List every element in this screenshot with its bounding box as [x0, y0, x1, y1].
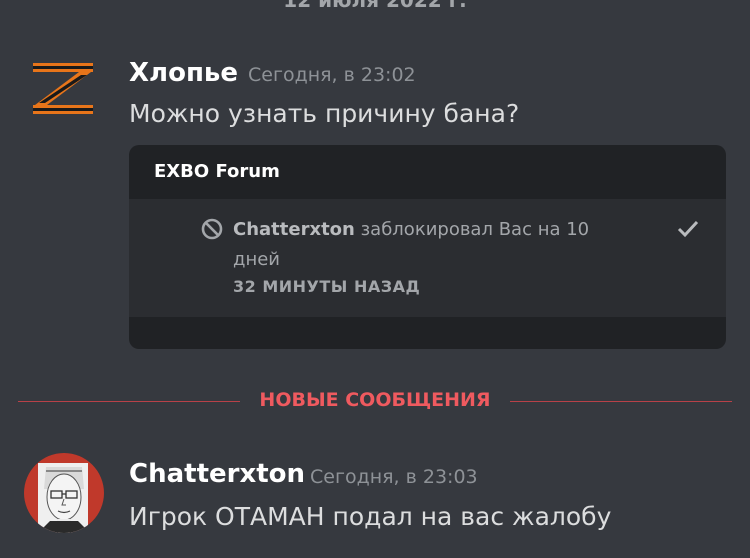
embed-title[interactable]: EXBO Forum — [154, 161, 280, 182]
new-messages-divider: НОВЫЕ СООБЩЕНИЯ — [18, 389, 732, 412]
notification-text: Chatterxton заблокировал Вас на 10 дней — [233, 215, 613, 275]
message-content: Можно узнать причину бана? — [129, 99, 520, 128]
user-avatar[interactable] — [24, 453, 104, 533]
notification-action-line2: дней — [233, 249, 280, 270]
notification-time: 32 МИНУТЫ НАЗАД — [233, 277, 421, 296]
divider-line-left — [18, 401, 240, 402]
message-content: Игрок ОТАМАН подал на вас жалобу — [129, 502, 612, 531]
message-author[interactable]: Хлопье — [129, 58, 238, 88]
notification-row[interactable]: Chatterxton заблокировал Вас на 10 дней — [129, 199, 726, 317]
notification-actor[interactable]: Chatterxton — [233, 219, 355, 240]
notification-action-line1: заблокировал Вас на 10 — [354, 219, 590, 240]
check-icon[interactable] — [677, 219, 699, 239]
message-timestamp: Сегодня, в 23:02 — [248, 64, 416, 86]
message-timestamp: Сегодня, в 23:03 — [310, 466, 478, 488]
embed-card: EXBO Forum Chatterxton заблокировал Вас … — [129, 145, 726, 349]
ban-icon — [201, 218, 223, 240]
message-author[interactable]: Chatterxton — [129, 459, 305, 489]
date-separator: 12 июля 2022 г. — [283, 0, 467, 12]
new-messages-label: НОВЫЕ СООБЩЕНИЯ — [259, 389, 491, 411]
z-ribbon-avatar[interactable] — [27, 53, 99, 125]
divider-line-right — [510, 401, 732, 402]
